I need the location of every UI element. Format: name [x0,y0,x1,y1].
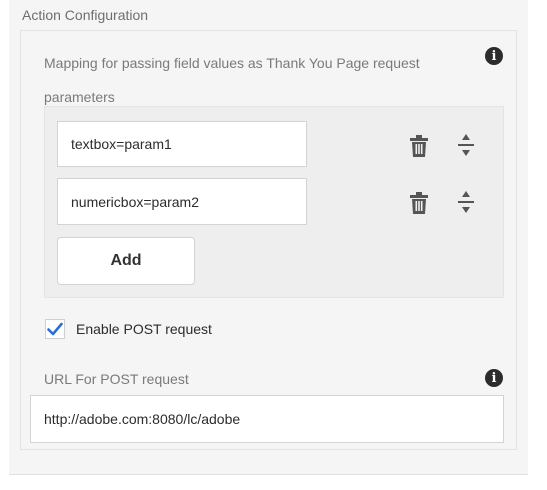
post-url-label: URL For POST request [44,371,189,387]
reorder-icon[interactable] [456,133,476,157]
trash-icon[interactable] [410,135,428,157]
mapping-row-2-input[interactable]: numericbox=param2 [57,178,307,225]
mapping-label: Mapping for passing field values as Than… [44,55,420,105]
post-url-input[interactable]: http://adobe.com:8080/lc/adobe [30,395,504,443]
mapping-row-1-input[interactable]: textbox=param1 [57,121,307,167]
reorder-icon[interactable] [456,190,476,214]
enable-post-checkbox[interactable] [45,319,65,339]
info-icon[interactable]: i [485,369,503,387]
info-icon[interactable]: i [485,47,503,65]
section-title: Action Configuration [22,7,149,23]
trash-icon[interactable] [410,192,428,214]
checkmark-icon [47,322,63,336]
enable-post-label: Enable POST request [76,321,212,337]
add-button[interactable]: Add [57,237,195,285]
